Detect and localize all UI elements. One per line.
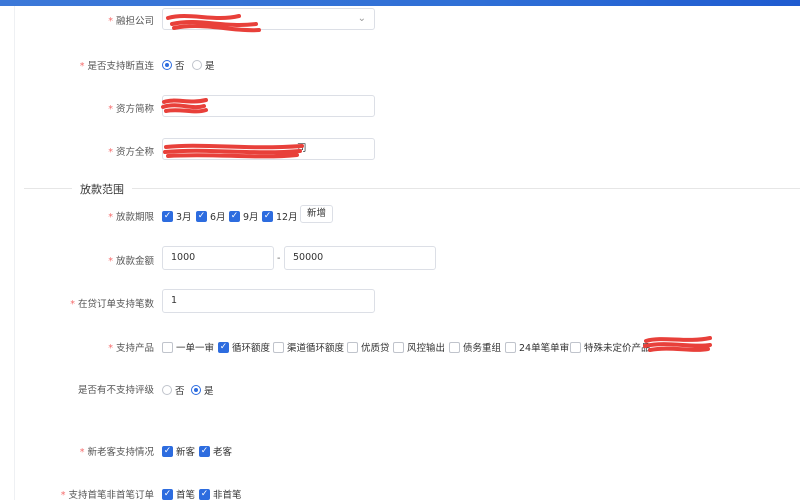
non-first-order-checkbox[interactable]: ✓ 非首笔 bbox=[199, 487, 242, 501]
checkbox-unchecked-icon bbox=[393, 341, 404, 353]
product-checkbox[interactable]: 优质贷 bbox=[347, 340, 390, 354]
product-checkbox[interactable]: ✓ 循环额度 bbox=[218, 340, 270, 354]
radio-unchecked-icon bbox=[192, 60, 202, 70]
direct-radio-yes[interactable]: 是 bbox=[192, 58, 215, 72]
checkbox-checked-icon: ✓ bbox=[162, 445, 173, 457]
checkbox-checked-icon: ✓ bbox=[162, 488, 173, 500]
checkbox-checked-icon: ✓ bbox=[229, 210, 240, 222]
orders-input[interactable]: 1 bbox=[162, 289, 375, 313]
checkbox-unchecked-icon bbox=[505, 341, 516, 353]
amount-label: * 放款金额 bbox=[108, 256, 154, 267]
chevron-down-icon: ⌄ bbox=[357, 13, 366, 24]
radio-checked-icon bbox=[191, 385, 201, 395]
product-checkbox[interactable]: 特殊未定价产品 bbox=[570, 340, 651, 354]
term-6m-checkbox[interactable]: ✓ 6月 bbox=[196, 209, 226, 223]
amount-max-input[interactable]: 50000 bbox=[284, 246, 436, 270]
section-divider-left bbox=[24, 188, 72, 189]
checkbox-checked-icon: ✓ bbox=[196, 210, 207, 222]
term-9m-checkbox[interactable]: ✓ 9月 bbox=[229, 209, 259, 223]
left-border bbox=[14, 6, 15, 500]
customer-label: * 新老客支持情况 bbox=[79, 447, 154, 458]
term-3m-checkbox[interactable]: ✓ 3月 bbox=[162, 209, 192, 223]
rating-radio-no[interactable]: 否 bbox=[162, 383, 185, 397]
direct-radio-no[interactable]: 否 bbox=[162, 58, 185, 72]
first-order-checkbox[interactable]: ✓ 首笔 bbox=[162, 487, 195, 501]
section-title: 放款范围 bbox=[80, 183, 124, 196]
checkbox-unchecked-icon bbox=[449, 341, 460, 353]
section-divider-right bbox=[132, 188, 800, 189]
customer-old-checkbox[interactable]: ✓ 老客 bbox=[199, 444, 232, 458]
amount-min-input[interactable]: 1000 bbox=[162, 246, 274, 270]
rating-label: 是否有不支持评级 bbox=[77, 385, 154, 396]
term-12m-checkbox[interactable]: ✓ 12月 bbox=[262, 209, 298, 223]
add-term-button[interactable]: 新增 bbox=[300, 205, 334, 223]
amount-separator: - bbox=[277, 253, 281, 264]
radio-unchecked-icon bbox=[162, 385, 172, 395]
top-accent-bar bbox=[0, 0, 800, 6]
radio-checked-icon bbox=[162, 60, 172, 70]
product-checkbox[interactable]: 一单一审 bbox=[162, 340, 214, 354]
checkbox-checked-icon: ✓ bbox=[162, 210, 173, 222]
checkbox-unchecked-icon bbox=[570, 341, 581, 353]
products-label: * 支持产品 bbox=[108, 343, 154, 354]
direct-connect-label: * 是否支持断直连 bbox=[79, 61, 154, 72]
first-order-label: * 支持首笔非首笔订单 bbox=[60, 490, 154, 501]
full-name-input[interactable]: 司 bbox=[162, 138, 375, 160]
checkbox-checked-icon: ✓ bbox=[199, 488, 210, 500]
checkbox-unchecked-icon bbox=[162, 341, 173, 353]
guarantor-label: * 融担公司 bbox=[108, 16, 154, 27]
product-checkbox[interactable]: 24单笔单审 bbox=[505, 340, 569, 354]
full-name-label: * 资方全称 bbox=[108, 147, 154, 158]
rating-radio-yes[interactable]: 是 bbox=[191, 383, 214, 397]
short-name-input[interactable] bbox=[162, 95, 375, 117]
guarantor-select[interactable]: ⌄ bbox=[162, 8, 375, 30]
product-checkbox[interactable]: 风控输出 bbox=[393, 340, 445, 354]
short-name-label: * 资方简称 bbox=[108, 104, 154, 115]
checkbox-checked-icon: ✓ bbox=[262, 210, 273, 222]
checkbox-unchecked-icon bbox=[273, 341, 284, 353]
customer-new-checkbox[interactable]: ✓ 新客 bbox=[162, 444, 195, 458]
checkbox-unchecked-icon bbox=[347, 341, 358, 353]
redaction-scribble bbox=[643, 336, 712, 352]
checkbox-checked-icon: ✓ bbox=[199, 445, 210, 457]
checkbox-checked-icon: ✓ bbox=[218, 341, 229, 353]
product-checkbox[interactable]: 渠道循环额度 bbox=[273, 340, 344, 354]
term-label: * 放款期限 bbox=[108, 212, 154, 223]
orders-label: * 在贷订单支持笔数 bbox=[70, 299, 154, 310]
product-checkbox[interactable]: 债务重组 bbox=[449, 340, 501, 354]
